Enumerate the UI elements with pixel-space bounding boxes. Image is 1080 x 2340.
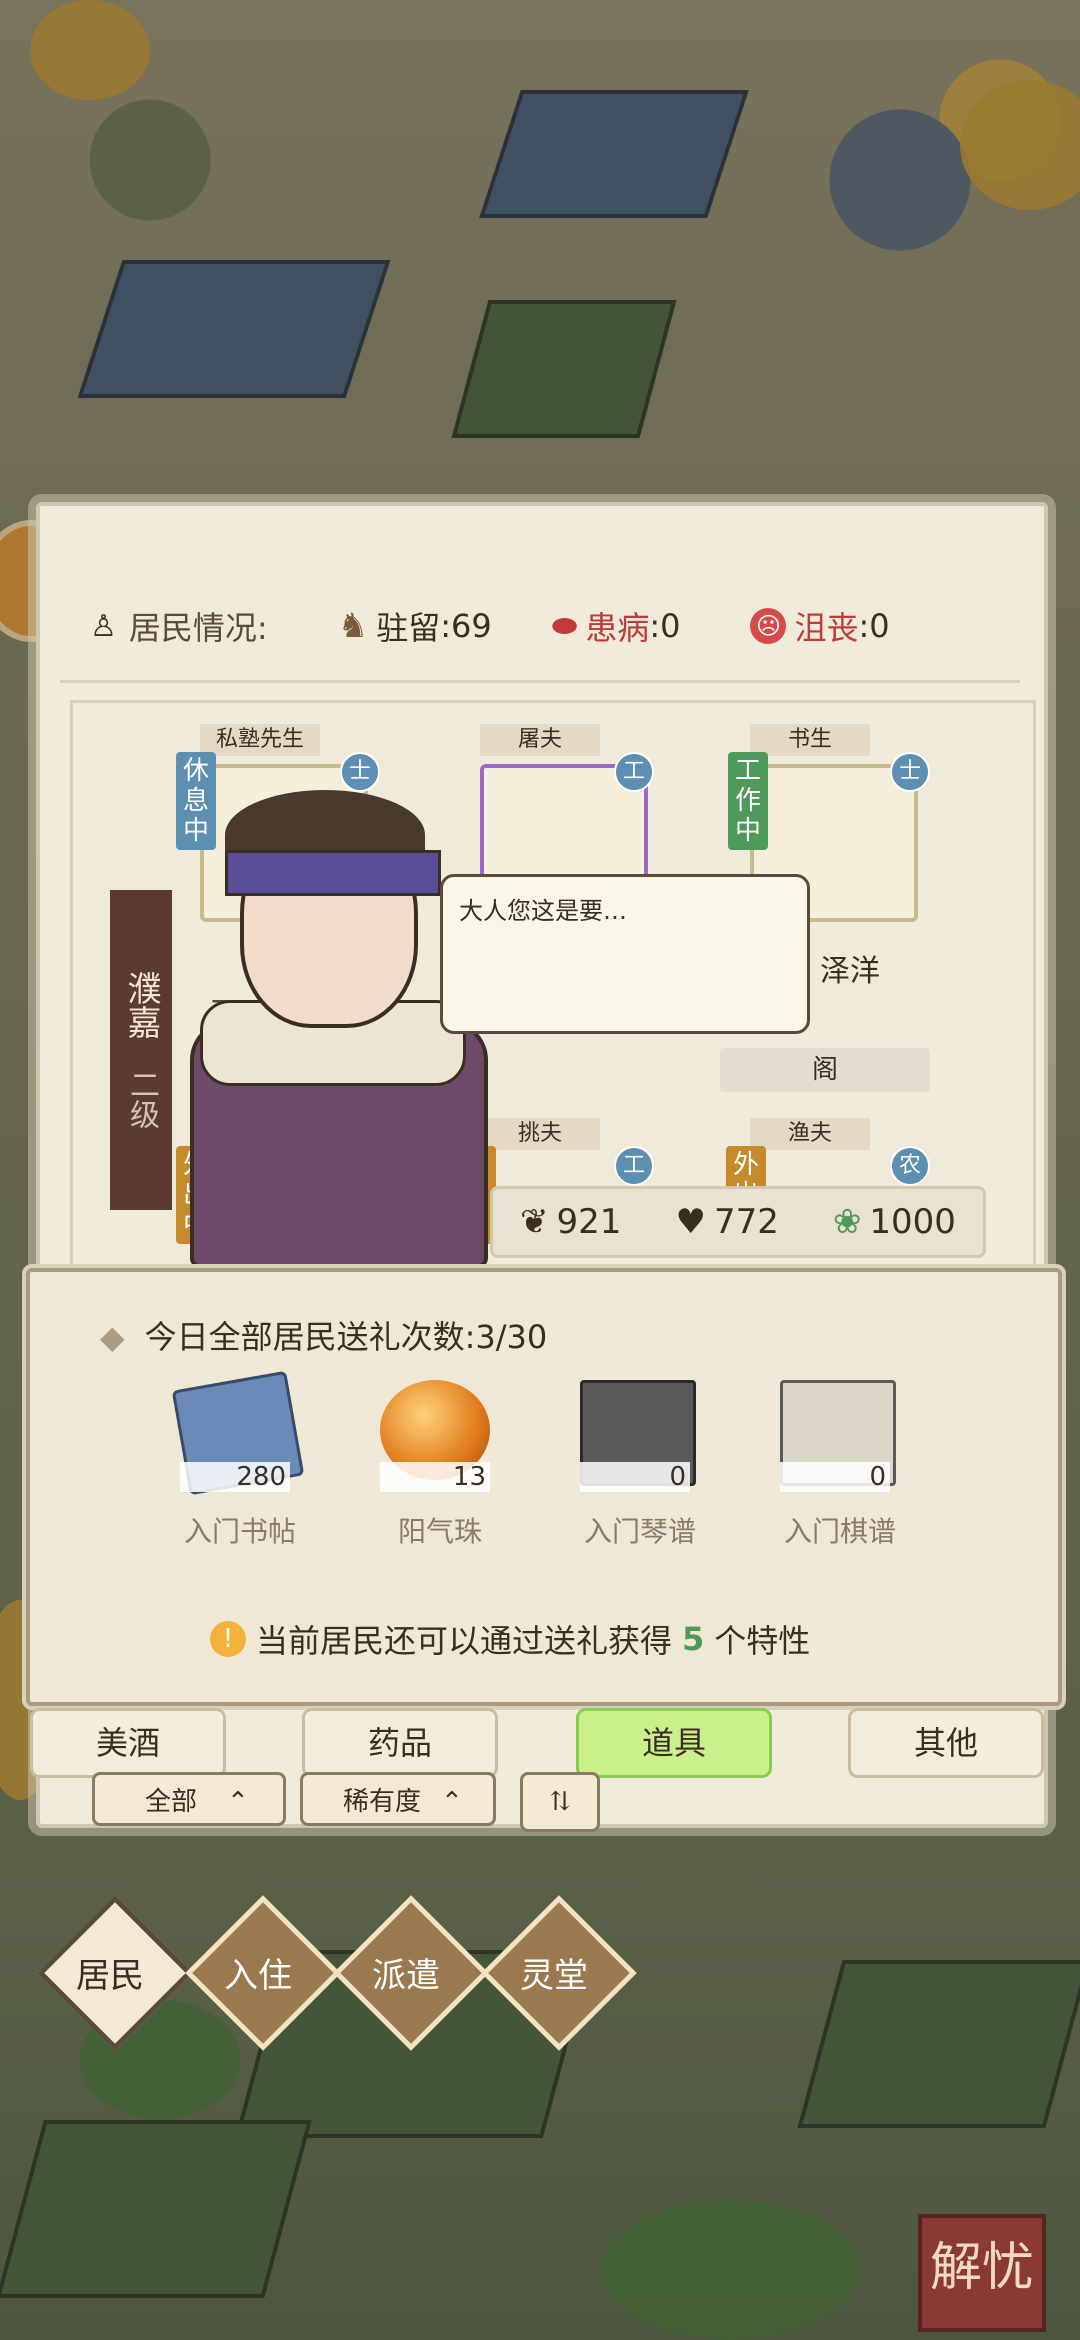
resident-status-row: ♙ 居民情况: ♞ 驻留 :69 ⬬ 患病 :0 ☹ 沮丧 :0 [90, 596, 990, 656]
gift-qty: 13 [380, 1462, 490, 1492]
heart-icon: ♥ [675, 1202, 706, 1242]
gift-label: 入门棋谱 [783, 1515, 896, 1548]
stay-label: 驻留 [376, 609, 441, 647]
resident-place: 阁 [720, 1048, 930, 1092]
tab-other[interactable]: 其他 [848, 1708, 1044, 1778]
resident-title: 书生 [750, 724, 870, 756]
stay-value: :69 [440, 607, 492, 645]
gift-items-list: 280 入门书帖 13 阳气珠 0 入门琴谱 0 入门棋谱 [140, 1370, 1060, 1560]
character-name: 濮嘉 [121, 971, 161, 1039]
resident-title: 渔夫 [750, 1118, 870, 1150]
filter-rarity-dropdown[interactable]: 稀有度 ⌃ [300, 1772, 496, 1826]
chevron-up-icon: ⌃ [227, 1787, 249, 1817]
leaf-icon: ❀ [832, 1202, 862, 1242]
nav-residents[interactable]: 居民 [37, 1895, 193, 2051]
sick-value: :0 [649, 607, 681, 645]
resident-rank-badge: 工 [614, 752, 654, 792]
nav-dispatch[interactable]: 派遣 [333, 1895, 489, 2051]
health-stat: ❀ 1000 [832, 1202, 956, 1242]
character-name-bar: 濮嘉二级 [110, 890, 172, 1210]
gift-qty: 280 [180, 1462, 290, 1492]
mourn-label: 沮丧 [794, 609, 859, 647]
nav-move-in[interactable]: 入住 [185, 1895, 341, 2051]
mourn-value: :0 [858, 607, 890, 645]
gift-qty: 0 [580, 1462, 690, 1492]
sort-toggle-button[interactable]: ⇅ [520, 1772, 600, 1832]
gift-item[interactable]: 0 入门琴谱 [540, 1380, 740, 1560]
chevron-up-icon: ⌃ [441, 1787, 463, 1817]
status-label: 居民情况: [128, 609, 268, 647]
gift-item[interactable]: 280 入门书帖 [140, 1370, 340, 1560]
resident-rank-badge: 农 [890, 1146, 930, 1186]
gift-label: 入门书帖 [183, 1515, 296, 1548]
resident-rank-badge: 士 [890, 752, 930, 792]
resident-state-badge: 工作中 [728, 752, 768, 850]
gift-qty: 0 [780, 1462, 890, 1492]
exclamation-icon: ! [210, 1621, 246, 1657]
resident-title: 私塾先生 [200, 724, 320, 756]
character-level: 二级 [124, 1069, 159, 1129]
status-divider [60, 680, 1020, 683]
charm-stat: ❦ 921 [520, 1202, 622, 1242]
resident-rank-badge: 士 [340, 752, 380, 792]
wings-icon: ❦ [520, 1202, 549, 1242]
horse-icon: ♞ [337, 606, 369, 646]
relief-seal-button[interactable]: 解忧 [918, 2214, 1046, 2332]
resident-title: 屠夫 [480, 724, 600, 756]
sad-face-icon: ☹ [750, 608, 787, 644]
gift-count: ◆ 今日全部居民送礼次数:3/30 [100, 1318, 548, 1356]
tab-medicine[interactable]: 药品 [302, 1708, 498, 1778]
gift-item[interactable]: 0 入门棋谱 [740, 1380, 940, 1560]
resident-name: 泽洋 [820, 954, 880, 989]
pill-icon: ⬬ [551, 608, 578, 644]
tab-props[interactable]: 道具 [576, 1708, 772, 1778]
trait-hint: ! 当前居民还可以通过送礼获得 5 个特性 [210, 1616, 810, 1662]
character-stats: ❦ 921 ♥ 772 ❀ 1000 [490, 1186, 986, 1258]
speech-bubble: 大人您这是要… [440, 874, 810, 1034]
diamond-icon: ◆ [100, 1318, 125, 1356]
gift-label: 阳气珠 [397, 1515, 482, 1548]
affection-stat: ♥ 772 [675, 1202, 779, 1242]
gift-item[interactable]: 13 阳气珠 [340, 1380, 540, 1560]
nav-spirit-hall[interactable]: 灵堂 [481, 1895, 637, 2051]
tab-wine[interactable]: 美酒 [30, 1708, 226, 1778]
filter-all-dropdown[interactable]: 全部 ⌃ [92, 1772, 286, 1826]
sick-label: 患病 [585, 609, 650, 647]
gift-label: 入门琴谱 [583, 1515, 696, 1548]
person-icon: ♙ [90, 608, 117, 644]
resident-rank-badge: 工 [614, 1146, 654, 1186]
gift-category-tabs: 美酒 药品 道具 其他 [30, 1708, 1050, 1778]
